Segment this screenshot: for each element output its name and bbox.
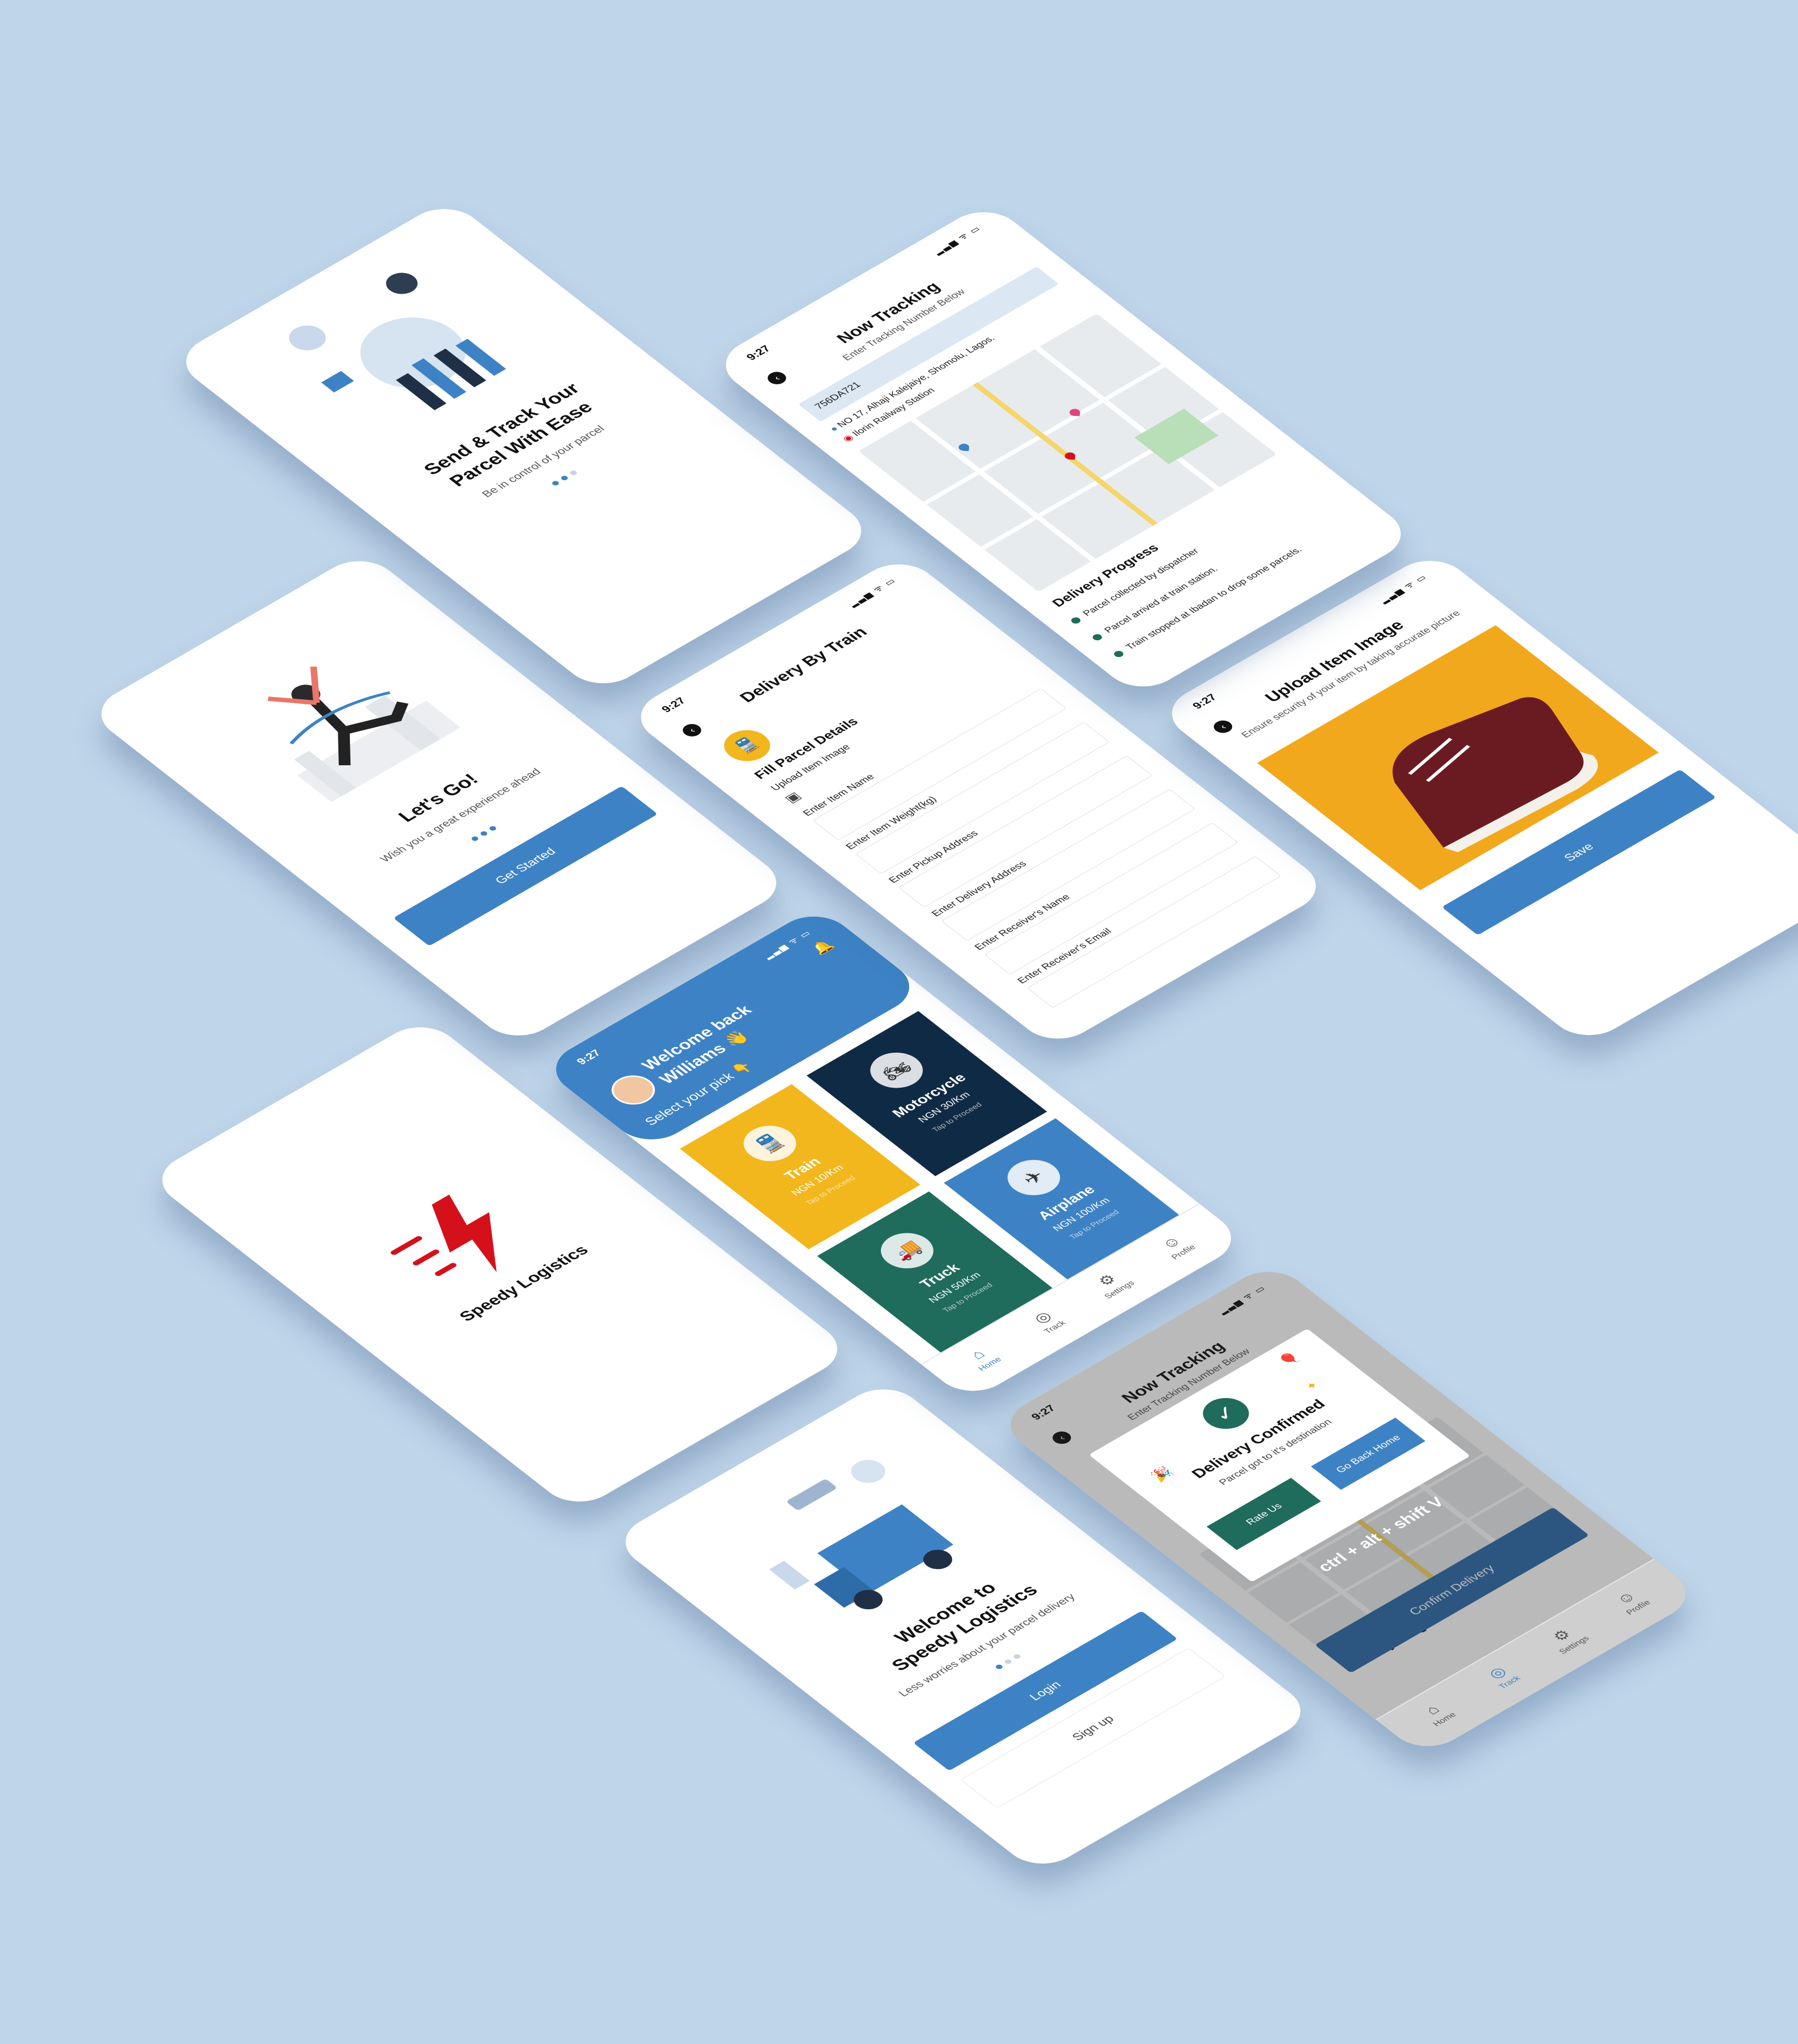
tracking-number: 756DA721 (812, 380, 863, 411)
check-badge-icon: ✓ (1194, 1391, 1259, 1435)
motorcycle-icon: 🏍 (859, 1045, 934, 1096)
map-pin-icon (958, 443, 970, 451)
balloon-icon: 🎈 (1275, 1349, 1304, 1369)
status-time: 9:27 (659, 695, 689, 715)
mockup-stage: Speedy Logistics Let's Go! Wish you a gr… (0, 0, 1798, 1977)
sparkle-icon: ✦ (1302, 1379, 1322, 1393)
airplane-icon: ✈ (996, 1153, 1071, 1203)
map-park (1134, 408, 1219, 465)
globe-team-illustration (251, 250, 567, 464)
status-time: 9:27 (1190, 692, 1220, 711)
map-pin-icon (1069, 408, 1081, 416)
rate-us-button[interactable]: Rate Us (1206, 1478, 1321, 1551)
status-time: 9:27 (744, 343, 774, 363)
truck-icon: 🚚 (870, 1225, 945, 1276)
map-pin-icon (1064, 452, 1076, 460)
signal-icon: ▂▃▅ ᯤ ▭ (931, 224, 984, 256)
go-back-home-button[interactable]: Go Back Home (1311, 1418, 1426, 1490)
signal-icon: ▂▃▅ ᯤ ▭ (1378, 573, 1430, 605)
train-icon: 🚆 (732, 1118, 807, 1169)
signal-icon: ▂▃▅ ᯤ ▭ (847, 577, 899, 609)
image-upload-icon[interactable]: ▣ (781, 789, 805, 805)
